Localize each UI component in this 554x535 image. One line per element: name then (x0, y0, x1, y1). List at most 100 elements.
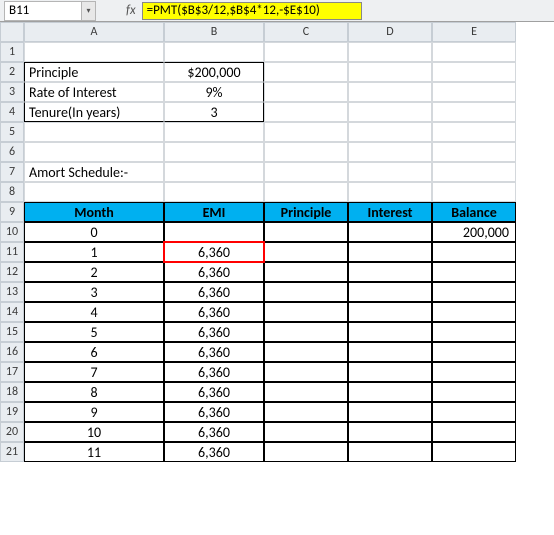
fx-icon[interactable]: fx (126, 3, 136, 18)
cell-A10[interactable]: 0 (24, 222, 164, 242)
row-header-8[interactable]: 8 (0, 182, 24, 202)
row-header-14[interactable]: 14 (0, 302, 24, 322)
cell-B5[interactable] (164, 122, 264, 142)
cell-E19[interactable] (432, 402, 516, 422)
row-header-21[interactable]: 21 (0, 442, 24, 462)
cell-A15[interactable]: 5 (24, 322, 164, 342)
cell-A4[interactable]: Tenure(In years) (24, 102, 164, 122)
cell-A2[interactable]: Principle (24, 62, 164, 82)
cell-D6[interactable] (348, 142, 432, 162)
cell-D16[interactable] (348, 342, 432, 362)
header-emi[interactable]: EMI (164, 202, 264, 222)
cell-A6[interactable] (24, 142, 164, 162)
cell-B6[interactable] (164, 142, 264, 162)
cell-A3[interactable]: Rate of Interest (24, 82, 164, 102)
cell-C14[interactable] (264, 302, 348, 322)
cell-A18[interactable]: 8 (24, 382, 164, 402)
cell-B8[interactable] (164, 182, 264, 202)
name-box-dropdown[interactable]: ▾ (82, 1, 96, 21)
formula-bar[interactable]: =PMT($B$3/12,$B$4*12,-$E$10) (142, 2, 362, 20)
row-header-7[interactable]: 7 (0, 162, 24, 182)
cell-B19[interactable]: 6,360 (164, 402, 264, 422)
cell-D2[interactable] (348, 62, 432, 82)
cell-B10[interactable] (164, 222, 264, 242)
cell-E11[interactable] (432, 242, 516, 262)
row-header-18[interactable]: 18 (0, 382, 24, 402)
cell-C5[interactable] (264, 122, 348, 142)
cell-B16[interactable]: 6,360 (164, 342, 264, 362)
row-header-15[interactable]: 15 (0, 322, 24, 342)
cell-E4[interactable] (432, 102, 516, 122)
cell-A13[interactable]: 3 (24, 282, 164, 302)
cell-E16[interactable] (432, 342, 516, 362)
spreadsheet-grid[interactable]: ABCDE12Principle$200,0003Rate of Interes… (0, 22, 554, 462)
col-header-C[interactable]: C (264, 22, 348, 42)
cell-C16[interactable] (264, 342, 348, 362)
cell-C12[interactable] (264, 262, 348, 282)
cell-E21[interactable] (432, 442, 516, 462)
cell-E2[interactable] (432, 62, 516, 82)
row-header-1[interactable]: 1 (0, 42, 24, 62)
name-box[interactable]: B11 (4, 1, 82, 21)
cell-C17[interactable] (264, 362, 348, 382)
cell-A20[interactable]: 10 (24, 422, 164, 442)
cell-E1[interactable] (432, 42, 516, 62)
row-header-2[interactable]: 2 (0, 62, 24, 82)
cell-C4[interactable] (264, 102, 348, 122)
cell-E3[interactable] (432, 82, 516, 102)
cell-E10[interactable]: 200,000 (432, 222, 516, 242)
row-header-10[interactable]: 10 (0, 222, 24, 242)
cell-D17[interactable] (348, 362, 432, 382)
cell-B12[interactable]: 6,360 (164, 262, 264, 282)
cell-C13[interactable] (264, 282, 348, 302)
cell-C20[interactable] (264, 422, 348, 442)
cell-E7[interactable] (432, 162, 516, 182)
cell-C11[interactable] (264, 242, 348, 262)
cell-D5[interactable] (348, 122, 432, 142)
cell-D20[interactable] (348, 422, 432, 442)
cell-A8[interactable] (24, 182, 164, 202)
cell-B2[interactable]: $200,000 (164, 62, 264, 82)
cell-B21[interactable]: 6,360 (164, 442, 264, 462)
cell-A7[interactable]: Amort Schedule:- (24, 162, 164, 182)
cell-A16[interactable]: 6 (24, 342, 164, 362)
cell-A5[interactable] (24, 122, 164, 142)
row-header-6[interactable]: 6 (0, 142, 24, 162)
row-header-20[interactable]: 20 (0, 422, 24, 442)
cell-B18[interactable]: 6,360 (164, 382, 264, 402)
cell-C3[interactable] (264, 82, 348, 102)
cell-D18[interactable] (348, 382, 432, 402)
col-header-D[interactable]: D (348, 22, 432, 42)
cell-B14[interactable]: 6,360 (164, 302, 264, 322)
cell-A12[interactable]: 2 (24, 262, 164, 282)
cell-B11[interactable]: 6,360 (164, 242, 264, 262)
cell-B1[interactable] (164, 42, 264, 62)
cell-E12[interactable] (432, 262, 516, 282)
cell-C1[interactable] (264, 42, 348, 62)
cell-C7[interactable] (264, 162, 348, 182)
cell-D14[interactable] (348, 302, 432, 322)
cell-D8[interactable] (348, 182, 432, 202)
cell-C21[interactable] (264, 442, 348, 462)
row-header-16[interactable]: 16 (0, 342, 24, 362)
header-interest[interactable]: Interest (348, 202, 432, 222)
col-header-A[interactable]: A (24, 22, 164, 42)
cell-C10[interactable] (264, 222, 348, 242)
cell-E15[interactable] (432, 322, 516, 342)
cell-C15[interactable] (264, 322, 348, 342)
cell-A11[interactable]: 1 (24, 242, 164, 262)
cell-E8[interactable] (432, 182, 516, 202)
col-header-E[interactable]: E (432, 22, 516, 42)
row-header-19[interactable]: 19 (0, 402, 24, 422)
cell-C8[interactable] (264, 182, 348, 202)
header-principle[interactable]: Principle (264, 202, 348, 222)
select-all-corner[interactable] (0, 22, 24, 42)
cell-D11[interactable] (348, 242, 432, 262)
cell-D7[interactable] (348, 162, 432, 182)
cell-A17[interactable]: 7 (24, 362, 164, 382)
row-header-13[interactable]: 13 (0, 282, 24, 302)
cell-E20[interactable] (432, 422, 516, 442)
cell-E14[interactable] (432, 302, 516, 322)
cell-D15[interactable] (348, 322, 432, 342)
cell-D10[interactable] (348, 222, 432, 242)
